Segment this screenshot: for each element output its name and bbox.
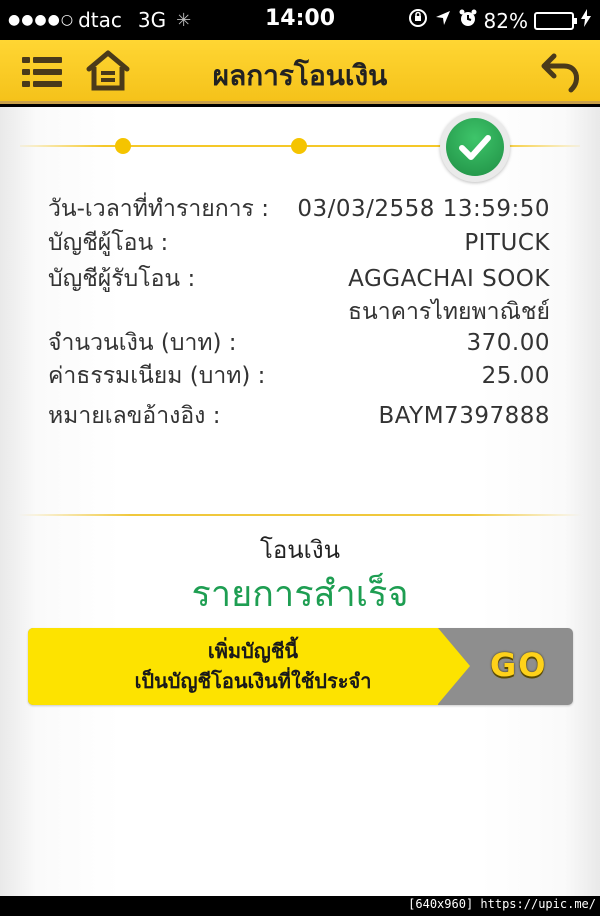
fee-label: ค่าธรรมเนียม (บาท) : — [48, 363, 266, 389]
promo-text: เพิ่มบัญชีนี้ เป็นบัญชีโอนเงินที่ใช้ประจ… — [68, 636, 438, 696]
promo-line-1: เพิ่มบัญชีนี้ — [207, 639, 299, 663]
back-arrow-icon[interactable] — [540, 50, 584, 94]
result-status: รายการสำเร็จ — [191, 574, 409, 615]
bottom-strip: [640x960] https://upic.me/ — [0, 896, 600, 916]
add-favorite-account-banner[interactable]: เพิ่มบัญชีนี้ เป็นบัญชีโอนเงินที่ใช้ประจ… — [28, 628, 573, 705]
to-account-name: AGGACHAI SOOK — [348, 266, 550, 292]
step-dot-2 — [291, 138, 307, 154]
step-complete — [440, 112, 510, 182]
datetime-label: วัน-เวลาที่ทำรายการ : — [48, 196, 269, 222]
amount-label: จำนวนเงิน (บาท) : — [48, 330, 237, 356]
page-title: ผลการโอนเงิน — [212, 59, 388, 92]
alarm-clock-icon — [458, 8, 478, 33]
section-divider — [18, 514, 582, 516]
charging-bolt-icon — [580, 9, 592, 32]
battery-percent: 82% — [483, 8, 528, 33]
menu-icon[interactable] — [22, 55, 62, 89]
checkmark-icon — [446, 118, 504, 176]
promo-arrow-shape — [438, 628, 470, 704]
from-account-label: บัญชีผู้โอน : — [48, 230, 169, 256]
step-dot-1 — [115, 138, 131, 154]
home-icon[interactable] — [86, 50, 130, 92]
result-caption: โอนเงิน — [259, 536, 341, 564]
content-area: วัน-เวลาที่ทำรายการ : 03/03/2558 13:59:5… — [0, 107, 600, 896]
location-arrow-icon — [434, 9, 452, 32]
status-bar: ●●●●○ dtac 3G ✳ 14:00 82% — [0, 0, 600, 40]
reference-value: BAYM7397888 — [378, 403, 550, 429]
navigation-bar: ผลการโอนเงิน — [0, 40, 600, 104]
rotation-lock-icon — [408, 8, 428, 33]
reference-label: หมายเลขอ้างอิง : — [48, 403, 221, 429]
battery-icon — [534, 11, 577, 30]
fee-value: 25.00 — [481, 363, 550, 389]
from-account-value: PITUCK — [464, 230, 550, 256]
promo-line-2: เป็นบัญชีโอนเงินที่ใช้ประจำ — [134, 669, 372, 693]
amount-value: 370.00 — [466, 330, 550, 356]
to-account-bank: ธนาคารไทยพาณิชย์ — [347, 299, 550, 325]
go-button[interactable]: GO — [490, 646, 547, 684]
progress-steps — [0, 107, 600, 182]
to-account-label: บัญชีผู้รับโอน : — [48, 266, 196, 292]
status-right: 82% — [408, 8, 592, 33]
watermark: [640x960] https://upic.me/ — [408, 897, 596, 911]
datetime-value: 03/03/2558 13:59:50 — [297, 196, 550, 222]
